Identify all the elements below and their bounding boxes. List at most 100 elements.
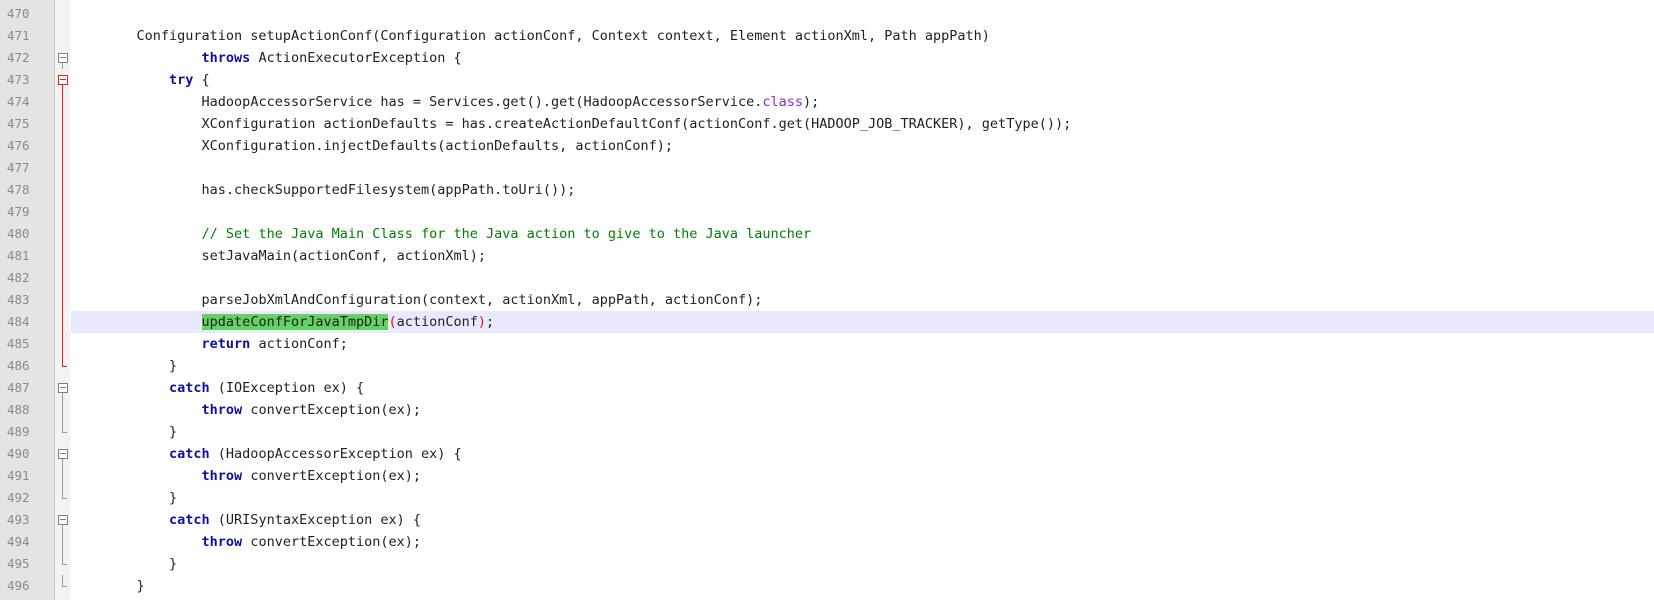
- code-line[interactable]: 490 catch (HadoopAccessorException ex) {: [0, 443, 1654, 465]
- line-number: 489: [7, 424, 30, 439]
- code-text[interactable]: throw convertException(ex);: [71, 399, 1654, 421]
- code-editor[interactable]: 470 471 Configuration setupActionConf(Con…: [0, 0, 1654, 600]
- line-number: 480: [7, 226, 30, 241]
- code-line[interactable]: 486 }: [0, 355, 1654, 377]
- fold-end-icon: [57, 487, 69, 509]
- code-text[interactable]: Configuration setupActionConf(Configurat…: [71, 25, 1654, 47]
- code-text[interactable]: }: [71, 553, 1654, 575]
- code-text[interactable]: XConfiguration.injectDefaults(actionDefa…: [71, 135, 1654, 157]
- line-number: 491: [7, 468, 30, 483]
- code-line[interactable]: 489 }: [0, 421, 1654, 443]
- code-line[interactable]: 493 catch (URISyntaxException ex) {: [0, 509, 1654, 531]
- code-text[interactable]: parseJobXmlAndConfiguration(context, act…: [71, 289, 1654, 311]
- code-line[interactable]: 481 setJavaMain(actionConf, actionXml);: [0, 245, 1654, 267]
- code-line[interactable]: 485 return actionConf;: [0, 333, 1654, 355]
- fold-end-icon: [57, 553, 69, 575]
- code-text[interactable]: has.checkSupportedFilesystem(appPath.toU…: [71, 179, 1654, 201]
- code-line[interactable]: 482: [0, 267, 1654, 289]
- code-line[interactable]: 487 catch (IOException ex) {: [0, 377, 1654, 399]
- fold-line-icon: [57, 531, 69, 553]
- code-token: HadoopAccessorService has = Services.get…: [201, 94, 763, 110]
- code-text[interactable]: catch (HadoopAccessorException ex) {: [71, 443, 1654, 465]
- fold-line-icon: [57, 157, 69, 179]
- line-number: 471: [7, 28, 30, 43]
- code-token: {: [193, 72, 210, 88]
- line-number: 472: [7, 50, 30, 65]
- line-number: 470: [7, 6, 30, 21]
- code-text[interactable]: [71, 157, 1654, 179]
- code-line[interactable]: 476 XConfiguration.injectDefaults(action…: [0, 135, 1654, 157]
- class-keyword-token: class: [762, 94, 803, 110]
- code-text[interactable]: return actionConf;: [71, 333, 1654, 355]
- line-number: 481: [7, 248, 30, 263]
- keyword-token: throws: [201, 50, 251, 66]
- code-line[interactable]: 491 throw convertException(ex);: [0, 465, 1654, 487]
- code-line[interactable]: 496 }: [0, 575, 1654, 597]
- code-text[interactable]: }: [71, 355, 1654, 377]
- code-text[interactable]: updateConfForJavaTmpDir(actionConf);: [71, 311, 1654, 333]
- keyword-token: catch: [169, 446, 210, 462]
- code-text[interactable]: [71, 201, 1654, 223]
- fold-toggle-icon[interactable]: [57, 69, 69, 91]
- fold-toggle-icon[interactable]: [57, 377, 69, 399]
- code-token: has.checkSupportedFilesystem(appPath.toU…: [201, 182, 576, 198]
- line-number: 486: [7, 358, 30, 373]
- keyword-token: catch: [169, 512, 210, 528]
- code-text[interactable]: throws ActionExecutorException {: [71, 47, 1654, 69]
- code-line[interactable]: 475 XConfiguration actionDefaults = has.…: [0, 113, 1654, 135]
- code-line[interactable]: 473 try {: [0, 69, 1654, 91]
- code-line[interactable]: 495 }: [0, 553, 1654, 575]
- fold-line-icon: [57, 201, 69, 223]
- fold-line-icon: [57, 113, 69, 135]
- code-line[interactable]: 480 // Set the Java Main Class for the J…: [0, 223, 1654, 245]
- code-text[interactable]: [71, 267, 1654, 289]
- code-text[interactable]: // Set the Java Main Class for the Java …: [71, 223, 1654, 245]
- code-text[interactable]: HadoopAccessorService has = Services.get…: [71, 91, 1654, 113]
- fold-toggle-icon[interactable]: [57, 47, 69, 69]
- fold-line-icon: [57, 333, 69, 355]
- code-text[interactable]: catch (URISyntaxException ex) {: [71, 509, 1654, 531]
- code-line[interactable]: 488 throw convertException(ex);: [0, 399, 1654, 421]
- line-number: 479: [7, 204, 30, 219]
- keyword-token: catch: [169, 380, 210, 396]
- line-number: 485: [7, 336, 30, 351]
- line-number: 477: [7, 160, 30, 175]
- fold-toggle-icon[interactable]: [57, 443, 69, 465]
- code-text[interactable]: XConfiguration actionDefaults = has.crea…: [71, 113, 1654, 135]
- code-line[interactable]: 492 }: [0, 487, 1654, 509]
- code-text[interactable]: throw convertException(ex);: [71, 465, 1654, 487]
- code-line[interactable]: 479: [0, 201, 1654, 223]
- code-line[interactable]: 472 throws ActionExecutorException {: [0, 47, 1654, 69]
- code-line[interactable]: 478 has.checkSupportedFilesystem(appPath…: [0, 179, 1654, 201]
- fold-end-icon: [57, 421, 69, 443]
- line-number: 474: [7, 94, 30, 109]
- code-text[interactable]: }: [71, 487, 1654, 509]
- line-number: 493: [7, 512, 30, 527]
- code-text[interactable]: throw convertException(ex);: [71, 531, 1654, 553]
- code-line[interactable]: 474 HadoopAccessorService has = Services…: [0, 91, 1654, 113]
- fold-line-icon: [57, 135, 69, 157]
- code-text[interactable]: }: [71, 575, 1654, 597]
- code-text[interactable]: catch (IOException ex) {: [71, 377, 1654, 399]
- code-text[interactable]: try {: [71, 69, 1654, 91]
- code-text[interactable]: [71, 3, 1654, 25]
- code-line[interactable]: 494 throw convertException(ex);: [0, 531, 1654, 553]
- code-token: convertException(ex);: [242, 468, 421, 484]
- fold-toggle-icon[interactable]: [57, 509, 69, 531]
- code-line[interactable]: 477: [0, 157, 1654, 179]
- code-text[interactable]: }: [71, 421, 1654, 443]
- code-line[interactable]: 483 parseJobXmlAndConfiguration(context,…: [0, 289, 1654, 311]
- code-token: }: [169, 358, 178, 374]
- keyword-token: throw: [201, 534, 243, 550]
- fold-line-icon: [57, 289, 69, 311]
- current-code-line[interactable]: 484 updateConfForJavaTmpDir(actionConf);: [0, 311, 1654, 333]
- code-text[interactable]: setJavaMain(actionConf, actionXml);: [71, 245, 1654, 267]
- code-line[interactable]: 470: [0, 3, 1654, 25]
- code-token: }: [136, 578, 145, 594]
- line-number: 482: [7, 270, 30, 285]
- fold-empty: [57, 3, 69, 25]
- line-number: 492: [7, 490, 30, 505]
- fold-line-icon: [57, 245, 69, 267]
- code-token: (HadoopAccessorException ex) {: [209, 446, 462, 462]
- code-line[interactable]: 471 Configuration setupActionConf(Config…: [0, 25, 1654, 47]
